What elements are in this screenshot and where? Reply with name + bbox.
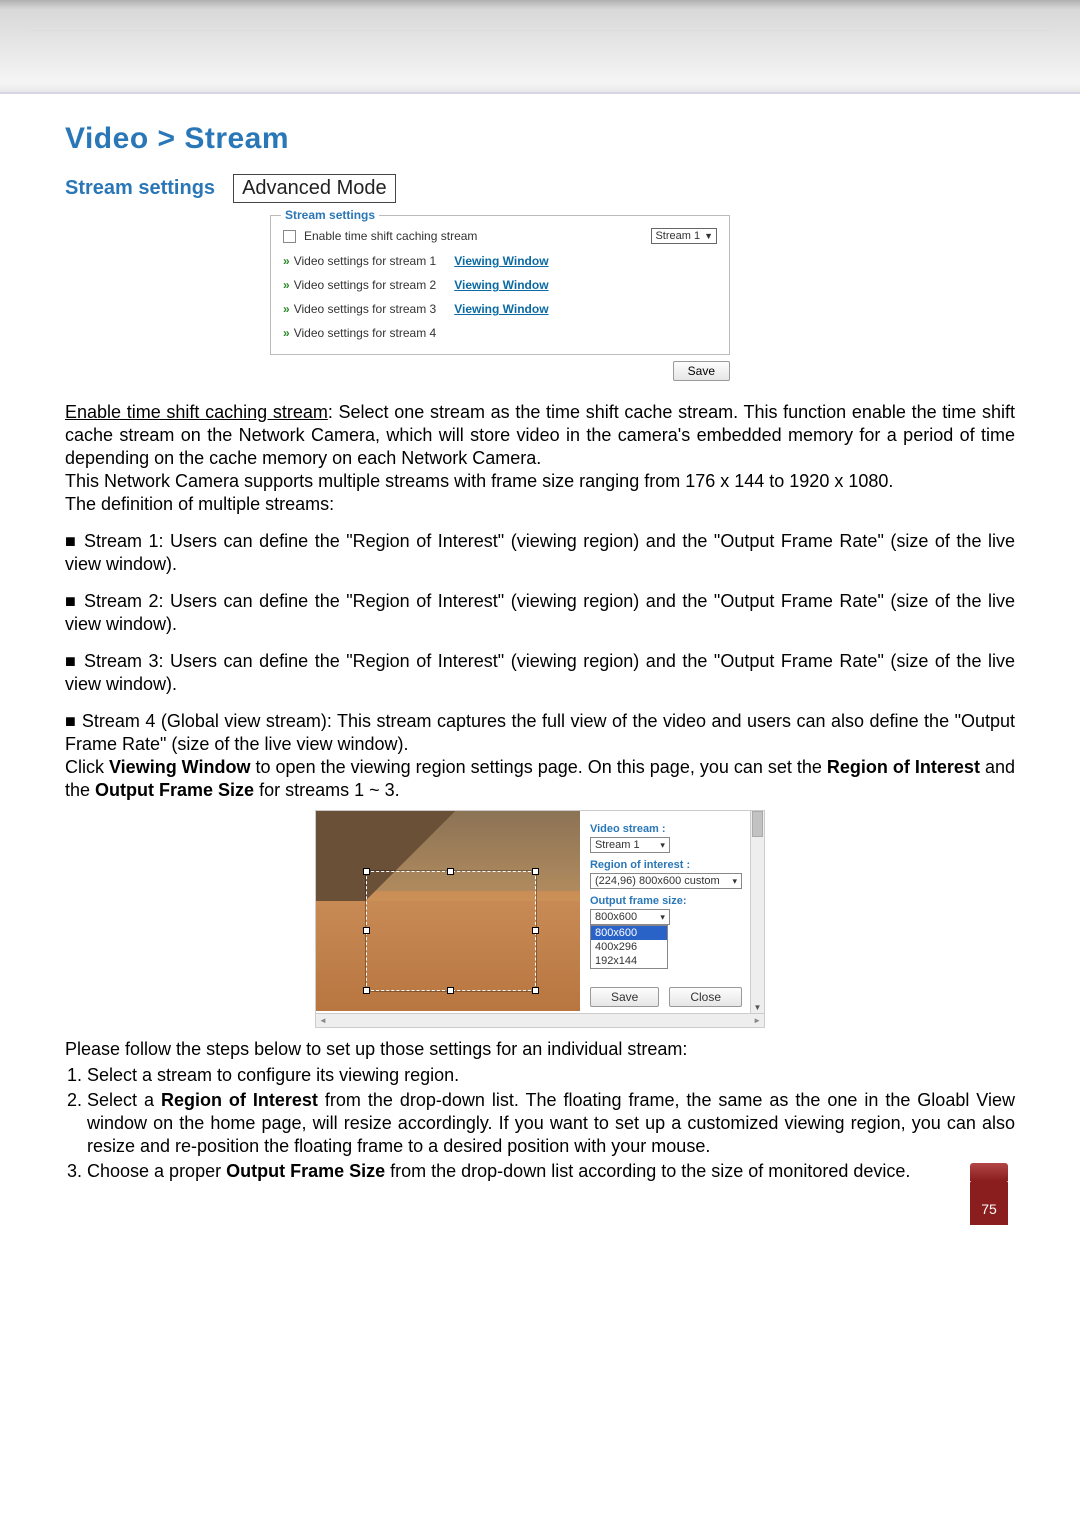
expand-icon[interactable]: » [283,254,290,268]
step-2: Select a Region of Interest from the dro… [87,1089,1015,1158]
stream1-settings-label[interactable]: Video settings for stream 1 [294,254,437,268]
scroll-right-icon[interactable]: ► [753,1016,761,1025]
stream-def-4: Stream 4 (Global view stream): This stre… [65,710,1015,756]
roi-select[interactable]: (224,96) 800x600 custom▾ [590,873,742,889]
stream2-viewing-window-link[interactable]: Viewing Window [454,278,548,292]
output-frame-size-options[interactable]: 800x600 400x296 192x144 [590,925,668,969]
chevron-down-icon: ▾ [732,876,737,887]
viewing-window-para: Click Viewing Window to open the viewing… [65,756,1015,802]
viewing-window-panel: Video stream : Stream 1▾ Region of inter… [315,810,765,1028]
expand-icon[interactable]: » [283,278,290,292]
roi-label: Region of interest : [590,859,742,871]
stream1-viewing-window-link[interactable]: Viewing Window [454,254,548,268]
page-content: Video > Stream Stream settings Advanced … [0,94,1080,1243]
horizontal-scrollbar[interactable]: ◄ ► [315,1014,765,1028]
save-button[interactable]: Save [673,361,730,381]
roi-frame[interactable] [366,871,536,991]
roi-handle[interactable] [532,868,539,875]
stream-def-3: Stream 3: Users can define the "Region o… [65,650,1015,696]
step-3: Choose a proper Output Frame Size from t… [87,1160,1015,1183]
page-title: Video > Stream [65,122,1015,156]
chevron-down-icon: ▼ [704,231,713,241]
output-frame-size-select[interactable]: 800x600▾ [590,909,670,925]
section-subhead: Stream settings [65,177,215,200]
roi-handle[interactable] [532,927,539,934]
para1-line2: This Network Camera supports multiple st… [65,470,1015,493]
ofs-option[interactable]: 400x296 [591,940,667,954]
roi-handle[interactable] [532,987,539,994]
output-frame-size-label: Output frame size: [590,895,742,907]
stream3-viewing-window-link[interactable]: Viewing Window [454,302,548,316]
steps-intro: Please follow the steps below to set up … [65,1038,1015,1061]
page-header-band [0,0,1080,94]
video-stream-label: Video stream : [590,823,742,835]
ofs-option[interactable]: 192x144 [591,954,667,968]
scroll-thumb[interactable] [752,811,763,837]
video-stream-select[interactable]: Stream 1▾ [590,837,670,853]
term-enable-timeshift: Enable time shift caching stream [65,402,328,422]
viewing-close-button[interactable]: Close [669,987,742,1007]
roi-handle[interactable] [447,987,454,994]
step-1: Select a stream to configure its viewing… [87,1064,1015,1087]
stream4-settings-label[interactable]: Video settings for stream 4 [294,326,437,340]
chevron-down-icon: ▾ [660,912,665,923]
ofs-option[interactable]: 800x600 [591,926,667,940]
page-number: 75 [970,1181,1008,1225]
enable-timeshift-label: Enable time shift caching stream [304,229,477,243]
stream-def-1: Stream 1: Users can define the "Region o… [65,530,1015,576]
roi-handle[interactable] [447,868,454,875]
enable-timeshift-checkbox[interactable] [283,230,296,243]
stream3-settings-label[interactable]: Video settings for stream 3 [294,302,437,316]
roi-preview[interactable] [316,811,580,1011]
roi-handle[interactable] [363,868,370,875]
roi-handle[interactable] [363,987,370,994]
expand-icon[interactable]: » [283,302,290,316]
chevron-down-icon: ▾ [660,840,665,851]
streams-intro: The definition of multiple streams: [65,493,1015,516]
scroll-left-icon[interactable]: ◄ [319,1016,327,1025]
expand-icon[interactable]: » [283,326,290,340]
stream2-settings-label[interactable]: Video settings for stream 2 [294,278,437,292]
vertical-scrollbar[interactable]: ▲ ▼ [750,811,764,1013]
scroll-down-icon[interactable]: ▼ [751,1001,764,1013]
stream-def-2: Stream 2: Users can define the "Region o… [65,590,1015,636]
stream-settings-panel: Stream settings Enable time shift cachin… [270,215,730,381]
advanced-mode-badge: Advanced Mode [233,174,396,203]
fieldset-legend: Stream settings [281,208,379,222]
timeshift-stream-select[interactable]: Stream 1▼ [651,228,717,244]
roi-handle[interactable] [363,927,370,934]
viewing-save-button[interactable]: Save [590,987,659,1007]
